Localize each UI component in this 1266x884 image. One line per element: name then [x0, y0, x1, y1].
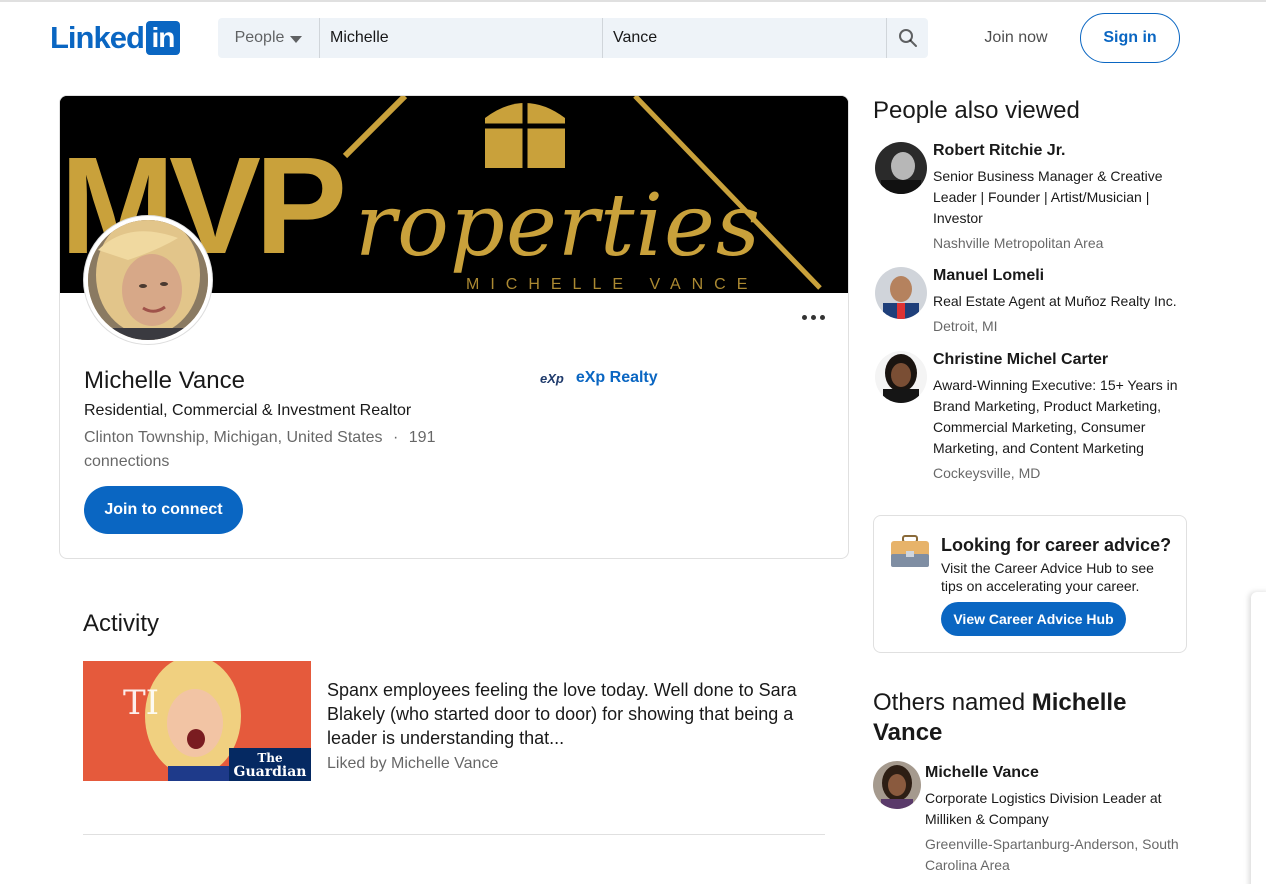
person-name: Manuel Lomeli: [933, 267, 1045, 284]
person-avatar: [875, 267, 927, 319]
career-advice-card: Looking for career advice? Visit the Car…: [873, 515, 1187, 653]
profile-headline: Residential, Commercial & Investment Rea…: [84, 402, 412, 419]
guardian-badge: The Guardian: [229, 748, 311, 781]
person-location: Nashville Metropolitan Area: [933, 235, 1104, 251]
person-name: Michelle Vance: [925, 764, 1039, 781]
logo-wordmark: Linked: [50, 20, 145, 55]
others-named-prefix: Others named: [873, 689, 1026, 716]
people-also-viewed-item[interactable]: Robert Ritchie Jr. Senior Business Manag…: [873, 142, 1193, 252]
career-advice-title: Looking for career advice?: [941, 535, 1172, 555]
join-to-connect-button[interactable]: Join to connect: [84, 486, 243, 534]
person-description: Senior Business Manager & Creative Leade…: [933, 168, 1163, 226]
people-also-viewed-item[interactable]: Christine Michel Carter Award-Winning Ex…: [873, 351, 1193, 486]
join-now-link[interactable]: Join now: [970, 22, 1062, 54]
side-panel-edge: [1251, 592, 1266, 884]
guardian-badge-line1: The: [257, 751, 283, 765]
sign-in-button[interactable]: Sign in: [1080, 13, 1180, 63]
person-avatar: [875, 351, 927, 403]
people-search-bar: People: [218, 18, 928, 58]
profile-location: Clinton Township, Michigan, United State…: [84, 429, 383, 446]
view-career-advice-hub-button[interactable]: View Career Advice Hub: [941, 602, 1126, 636]
person-avatar: [875, 142, 927, 194]
person-name: Christine Michel Carter: [933, 351, 1109, 368]
person-location: Detroit, MI: [933, 318, 998, 334]
activity-heading: Activity: [83, 610, 160, 637]
activity-post-image[interactable]: TI The Guardian: [83, 661, 311, 781]
top-border: [0, 0, 1266, 2]
company-name: eXp Realty: [575, 369, 658, 386]
person-name: Robert Ritchie Jr.: [933, 142, 1066, 159]
search-type-dropdown[interactable]: People: [218, 18, 320, 58]
profile-name: Michelle Vance: [84, 367, 245, 394]
search-button[interactable]: [887, 18, 928, 58]
briefcase-icon: [890, 534, 930, 573]
profile-location-connections: Clinton Township, Michigan, United State…: [84, 426, 444, 474]
profile-photo-image: [88, 220, 208, 340]
person-location: Cockeysville, MD: [933, 465, 1041, 481]
profile-photo[interactable]: [84, 216, 212, 344]
person-description: Award-Winning Executive: 15+ Years in Br…: [933, 377, 1178, 456]
activity-liked-by: Liked by Michelle Vance: [327, 755, 499, 772]
people-also-viewed-item[interactable]: Manuel Lomeli Real Estate Agent at Muñoz…: [873, 267, 1193, 337]
banner-roperties-text: roperties: [355, 176, 762, 276]
logo-in-box: in: [145, 20, 180, 55]
search-icon: [898, 29, 917, 47]
current-company-link[interactable]: eXp eXp Realty: [540, 369, 658, 387]
linkedin-logo[interactable]: Linked in: [50, 20, 180, 55]
guardian-badge-line2: Guardian: [233, 764, 307, 780]
search-type-label: People: [234, 29, 285, 46]
activity-image-bg-text: TI: [123, 683, 160, 723]
others-named-heading: Others named Michelle Vance: [873, 688, 1173, 748]
last-name-input[interactable]: [603, 18, 887, 58]
banner-subtext: MICHELLE VANCE: [466, 276, 759, 293]
career-advice-description: Visit the Career Advice Hub to see tips …: [941, 560, 1154, 594]
person-description: Corporate Logistics Division Leader at M…: [925, 790, 1162, 827]
first-name-input[interactable]: [320, 18, 603, 58]
caret-down-icon: [290, 35, 303, 43]
person-description: Real Estate Agent at Muñoz Realty Inc.: [933, 293, 1177, 309]
person-avatar: [873, 761, 921, 809]
person-location: Greenville-Spartanburg-Anderson, South C…: [925, 836, 1179, 873]
activity-post-text[interactable]: Spanx employees feeling the love today. …: [327, 678, 817, 750]
people-also-viewed-heading: People also viewed: [873, 97, 1080, 124]
exp-realty-logo-icon: eXp: [540, 370, 564, 386]
more-options-icon[interactable]: [798, 307, 828, 327]
activity-divider: [83, 834, 825, 835]
separator-dot: ·: [392, 429, 399, 446]
